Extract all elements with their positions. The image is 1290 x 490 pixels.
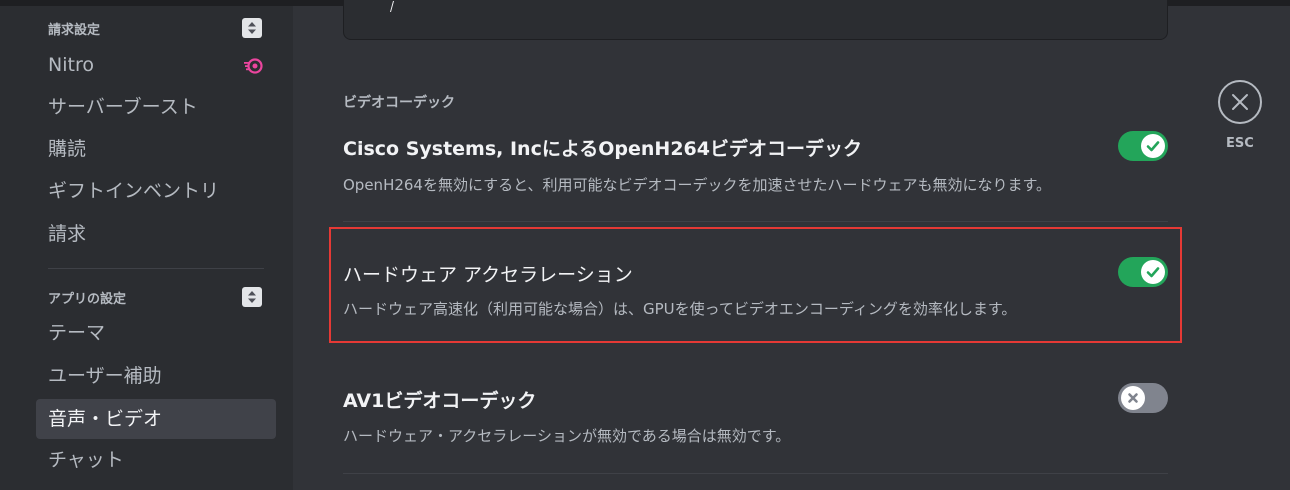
openh264-toggle[interactable]: [1118, 131, 1168, 161]
billing-settings-header: 請求設定: [48, 23, 101, 38]
check-icon: [1146, 141, 1160, 152]
sidebar-item-label: ユーザー補助: [48, 365, 162, 387]
sidebar-item-nitro[interactable]: Nitro: [36, 45, 276, 85]
close-icon: [1232, 94, 1248, 110]
av1-codec-description: ハードウェア・アクセラレーションが無効である場合は無効です。: [343, 427, 791, 445]
sidebar-item-chat[interactable]: チャット: [36, 440, 276, 480]
billing-sort-button[interactable]: [242, 18, 262, 38]
sort-arrows-icon: [248, 291, 256, 303]
esc-label: ESC: [1226, 136, 1254, 151]
sidebar-item-theme[interactable]: テーマ: [36, 313, 276, 353]
sidebar-item-accessibility[interactable]: ユーザー補助: [36, 356, 276, 396]
toggle-knob: [1141, 134, 1165, 158]
sort-arrows-icon: [248, 22, 256, 34]
sidebar-item-label: テーマ: [48, 322, 106, 344]
av1-codec-toggle[interactable]: [1118, 383, 1168, 413]
sidebar-item-label: 請求: [48, 223, 87, 245]
sidebar-divider: [48, 268, 264, 269]
row-divider: [343, 221, 1168, 222]
sidebar-item-server-boost[interactable]: サーバーブースト: [36, 87, 276, 127]
sidebar-item-label: チャット: [48, 449, 124, 471]
sidebar-item-label: 購読: [48, 138, 87, 160]
toggle-knob: [1121, 386, 1145, 410]
openh264-description: OpenH264を無効にすると、利用可能なビデオコーデックを加速させたハードウェ…: [343, 176, 1052, 194]
sidebar-item-label: Nitro: [48, 54, 94, 76]
partial-glyph-icon: [390, 1, 394, 12]
x-icon: [1128, 393, 1138, 403]
previous-section-box: [343, 0, 1168, 40]
sidebar-item-gift-inventory[interactable]: ギフトインベントリ: [36, 171, 276, 211]
sidebar-item-voice-video[interactable]: 音声・ビデオ: [36, 399, 276, 439]
close-button[interactable]: [1218, 80, 1262, 124]
sidebar-item-label: サーバーブースト: [48, 96, 198, 118]
row-divider: [343, 473, 1168, 474]
sidebar-item-subscriptions[interactable]: 購読: [36, 129, 276, 169]
av1-codec-title: AV1ビデオコーデック: [343, 390, 537, 412]
sidebar-item-label: 音声・ビデオ: [48, 408, 163, 430]
video-codec-section-title: ビデオコーデック: [343, 95, 455, 111]
nitro-icon: [244, 58, 263, 74]
sidebar-item-billing[interactable]: 請求: [36, 214, 276, 254]
sidebar-item-label: ギフトインベントリ: [48, 180, 220, 202]
highlight-box: [329, 227, 1182, 343]
app-settings-sort-button[interactable]: [242, 287, 262, 307]
app-settings-header: アプリの設定: [48, 292, 127, 307]
openh264-title: Cisco Systems, IncによるOpenH264ビデオコーデック: [343, 138, 862, 160]
